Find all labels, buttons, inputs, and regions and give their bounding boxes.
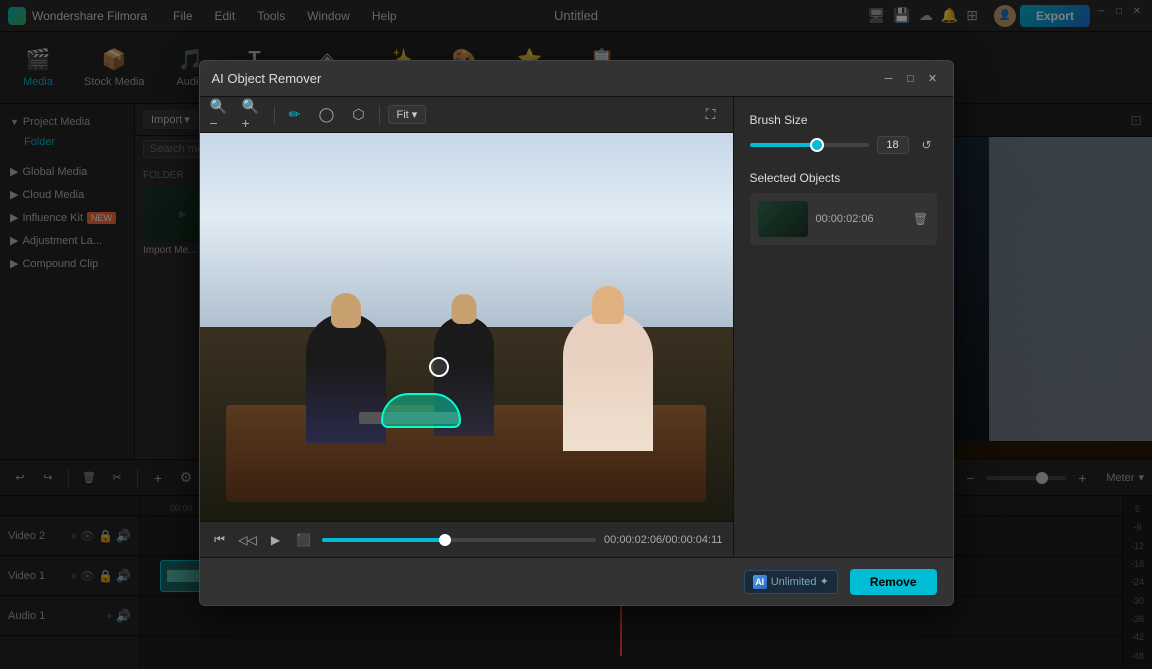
person3-head <box>592 286 624 324</box>
separator <box>379 106 380 124</box>
dialog-window-controls: ─ □ ✕ <box>881 71 941 87</box>
selection-blob <box>381 393 461 428</box>
selected-object-card: 00:00:02:06 🗑 <box>750 193 937 245</box>
dialog-footer: AI Unlimited ✦ Remove <box>200 557 953 605</box>
dialog-video-area[interactable] <box>200 133 733 521</box>
person1-head <box>331 293 361 328</box>
zoom-out-btn[interactable]: 🔍+ <box>242 103 266 127</box>
meeting-background <box>200 133 733 521</box>
dialog-controls: Brush Size ↺ Selected Objects <box>733 97 953 557</box>
ai-badge-text: Unlimited ✦ <box>771 575 829 588</box>
brush-section: Brush Size ↺ <box>750 113 937 155</box>
brush-slider-row: ↺ <box>750 135 937 155</box>
separator <box>274 106 275 124</box>
erase-btn[interactable]: ◯ <box>315 103 339 127</box>
zoom-in-btn[interactable]: 🔍− <box>210 103 234 127</box>
video-content <box>200 133 733 521</box>
progress-fill <box>322 538 446 542</box>
dialog-minimize-button[interactable]: ─ <box>881 71 897 87</box>
dialog-close-button[interactable]: ✕ <box>925 71 941 87</box>
dialog-overlay: AI Object Remover ─ □ ✕ 🔍− 🔍+ ✏ ◯ ⬡ <box>0 0 1152 669</box>
person2-head <box>452 294 477 324</box>
fit-label: Fit <box>397 109 409 121</box>
dialog-title: AI Object Remover <box>212 71 881 86</box>
dialog-maximize-button[interactable]: □ <box>903 71 919 87</box>
brush-slider-thumb <box>810 138 824 152</box>
prev-frame-button[interactable]: ◁◁ <box>238 530 258 550</box>
fullscreen-btn[interactable]: ⛶ <box>699 103 723 127</box>
selected-objects-section: Selected Objects 00:00:02:06 🗑 <box>750 171 937 541</box>
play-pause-button[interactable]: ▶ <box>266 530 286 550</box>
person3 <box>563 311 653 451</box>
object-thumbnail <box>758 201 808 237</box>
dialog-video-editor: 🔍− 🔍+ ✏ ◯ ⬡ Fit ▾ ⛶ <box>200 97 733 557</box>
selected-objects-label: Selected Objects <box>750 171 937 185</box>
fit-dropdown[interactable]: Fit ▾ <box>388 105 427 124</box>
brush-size-label: Brush Size <box>750 113 937 127</box>
lasso-btn[interactable]: ⬡ <box>347 103 371 127</box>
dialog-body: 🔍− 🔍+ ✏ ◯ ⬡ Fit ▾ ⛶ <box>200 97 953 557</box>
ai-object-remover-dialog: AI Object Remover ─ □ ✕ 🔍− 🔍+ ✏ ◯ ⬡ <box>199 60 954 606</box>
brush-size-slider[interactable] <box>750 143 869 147</box>
obj-thumb-inner <box>758 201 808 237</box>
dialog-title-bar: AI Object Remover ─ □ ✕ <box>200 61 953 97</box>
ai-badge-icon: AI <box>753 575 767 589</box>
playback-time: 00:00:02:06/00:00:04:11 <box>604 534 722 546</box>
stop-button[interactable]: ⬛ <box>294 530 314 550</box>
progress-thumb <box>439 534 451 546</box>
brush-reset-button[interactable]: ↺ <box>917 135 937 155</box>
dialog-video-toolbar: 🔍− 🔍+ ✏ ◯ ⬡ Fit ▾ ⛶ <box>200 97 733 133</box>
remove-button[interactable]: Remove <box>850 569 937 595</box>
dialog-playback-bar: ⏮ ◁◁ ▶ ⬛ 00:00:02:06/00:00:04:11 <box>200 521 733 557</box>
brush-value-input[interactable] <box>877 136 909 154</box>
object-time: 00:00:02:06 <box>816 213 905 225</box>
fit-chevron-icon: ▾ <box>412 109 418 121</box>
delete-object-button[interactable]: 🗑 <box>913 211 929 227</box>
skip-back-button[interactable]: ⏮ <box>210 530 230 550</box>
progress-bar[interactable] <box>322 538 597 542</box>
brush-draw-btn[interactable]: ✏ <box>283 103 307 127</box>
ai-badge: AI Unlimited ✦ <box>744 570 838 594</box>
